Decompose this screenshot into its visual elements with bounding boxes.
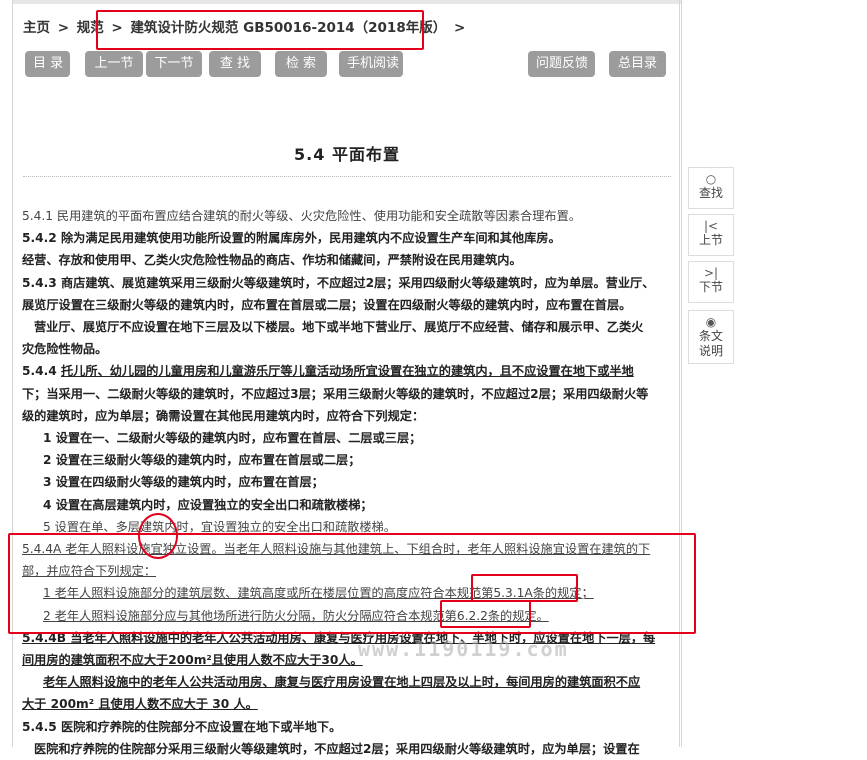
list-item: 3 设置在四级耐火等级的建筑内时，应布置在首层； [43,475,324,490]
clause-5-4-1: 5.4.1 民用建筑的平面布置应结合建筑的耐火等级、火灾危险性、使用功能和安全疏… [22,209,581,223]
clause-5-4-2: 5.4.2 除为满足民用建筑使用功能所设置的附属库房外，民用建筑内不应设置生产车… [22,231,561,246]
clause-5-4-4b-cont: 间用房的建筑面积不应大于200m²且使用人数不应大于30人。 [22,653,363,668]
next-section-button[interactable]: 下一节 [146,51,202,77]
prev-section-button[interactable]: 上一节 [85,51,143,77]
side-explain-label: 说明 [698,344,723,358]
clause-number: 5.4.4 [22,364,61,379]
clause-5-4-4: 5.4.4 托儿所、幼儿园的儿童用房和儿童游乐厅等儿童活动场所宜设置在独立的建筑… [22,360,674,382]
section-title: 5.4 平面布置 [294,145,400,164]
list-item: 1 设置在一、二级耐火等级的建筑内时，应布置在首层、二层或三层； [43,431,422,446]
first-icon: |< [703,219,719,233]
find-button[interactable]: 查 找 [209,51,261,77]
clause-5-4-4a-cont: 部，并应符合下列规定： [22,564,157,579]
breadcrumb-home-link[interactable]: 主页 [23,20,50,36]
side-next-button[interactable]: >| 下节 [688,261,734,303]
clause-5-4-3: 5.4.3 商店建筑、展览建筑采用三级耐火等级建筑时，不应超过2层；采用四级耐火… [22,275,655,290]
side-find-button[interactable]: ○ 查找 [688,167,734,209]
toolbar: 目 录 上一节 下一节 查 找 检 索 手机阅读 问题反馈 总目录 [25,51,670,77]
top-border [13,0,681,4]
clause-5-4-5-cont: 医院和疗养院的住院部分采用三级耐火等级建筑时，不应超过2层；采用四级耐火等级建筑… [34,741,640,756]
side-prev-button[interactable]: |< 上节 [688,214,734,256]
mobile-read-button[interactable]: 手机阅读 [339,51,403,77]
breadcrumb-current: 建筑设计防火规范 GB50016-2014（2018年版） [130,20,447,36]
clause-5-4-4a: 5.4.4A 老年人照料设施宜独立设置。当老年人照料设施与其他建筑上、下组合时，… [22,542,651,557]
clause-5-4-4b-cont: 老年人照料设施中的老年人公共活动用房、康复与医疗用房设置在地上四层及以上时，每间… [43,675,641,690]
list-item: 2 设置在三级耐火等级的建筑内时，应布置在首层或二层； [43,453,361,468]
list-item: 1 老年人照料设施部分的建筑层数、建筑高度或所在楼层位置的高度应符合本规范第5.… [43,586,594,601]
spec-content: 5.4.1 民用建筑的平面布置应结合建筑的耐火等级、火灾危险性、使用功能和安全疏… [22,205,674,760]
list-item: 2 老年人照料设施部分应与其他场所进行防火分隔，防火分隔应符合本规范第6.2.2… [43,608,549,623]
clause-5-4-4-cont: 级的建筑时，应为单层；确需设置在其他民用建筑内时，应符合下列规定： [22,408,425,423]
list-item: 5 设置在单、多层建筑内时，宜设置独立的安全出口和疏散楼梯。 [43,519,396,534]
side-explain-button[interactable]: ◉ 条文 说明 [688,310,734,364]
list-item: 4 设置在高层建筑内时，应设置独立的安全出口和疏散楼梯； [43,497,373,512]
side-explain-label: 条文 [698,329,723,343]
feedback-button[interactable]: 问题反馈 [528,51,595,77]
clause-5-4-2-cont: 经营、存放和使用甲、乙类火灾危险性物品的商店、作坊和储藏间，严禁附设在民用建筑内… [22,253,522,268]
toc-button[interactable]: 目 录 [25,51,70,77]
breadcrumb-spec-link[interactable]: 规范 [77,20,104,36]
breadcrumb-separator: > [111,20,123,36]
search-icon: ○ [705,172,717,186]
breadcrumb-separator: > [57,20,70,36]
document-page: 主页 > 规范 > 建筑设计防火规范 GB50016-2014（2018年版） … [12,0,682,756]
clause-5-4-4b-cont: 大于 200m² 且使用人数不应大于 30 人。 [22,697,258,712]
side-next-label: 下节 [698,280,723,294]
clause-5-4-3-cont: 营业厅、展览厅不应设置在地下三层及以下楼层。地下或半地下营业厅、展览厅不应经营、… [34,320,644,335]
clause-5-4-4-cont: 下；当采用一、二级耐火等级的建筑时，不应超过3层；采用三级耐火等级的建筑时，不应… [22,386,649,401]
clause-5-4-3-cont: 灾危险性物品。 [22,342,108,357]
scrollbar[interactable] [679,0,680,747]
side-prev-label: 上节 [698,233,723,247]
title-divider [23,176,671,177]
breadcrumb-separator: > [453,20,466,36]
breadcrumb: 主页 > 规范 > 建筑设计防火规范 GB50016-2014（2018年版） … [23,16,468,36]
side-find-label: 查找 [698,186,723,200]
clause-5-4-5: 5.4.5 医院和疗养院的住院部分不应设置在地下或半地下。 [22,719,342,734]
clause-5-4-4b: 5.4.4B 当老年人照料设施中的老年人公共活动用房、康复与医疗用房设置在地下、… [22,630,656,645]
master-toc-button[interactable]: 总目录 [609,51,666,77]
clause-5-4-3-cont: 展览厅设置在三级耐火等级的建筑内时，应布置在首层或二层；设置在四级耐火等级的建筑… [22,297,632,312]
search-button[interactable]: 检 索 [275,51,327,77]
clause-text: 托儿所、幼儿园的儿童用房和儿童游乐厅等儿童活动场所宜设置在独立的建筑内，且不应设… [60,364,634,379]
eye-icon: ◉ [705,315,717,329]
last-icon: >| [703,266,719,280]
